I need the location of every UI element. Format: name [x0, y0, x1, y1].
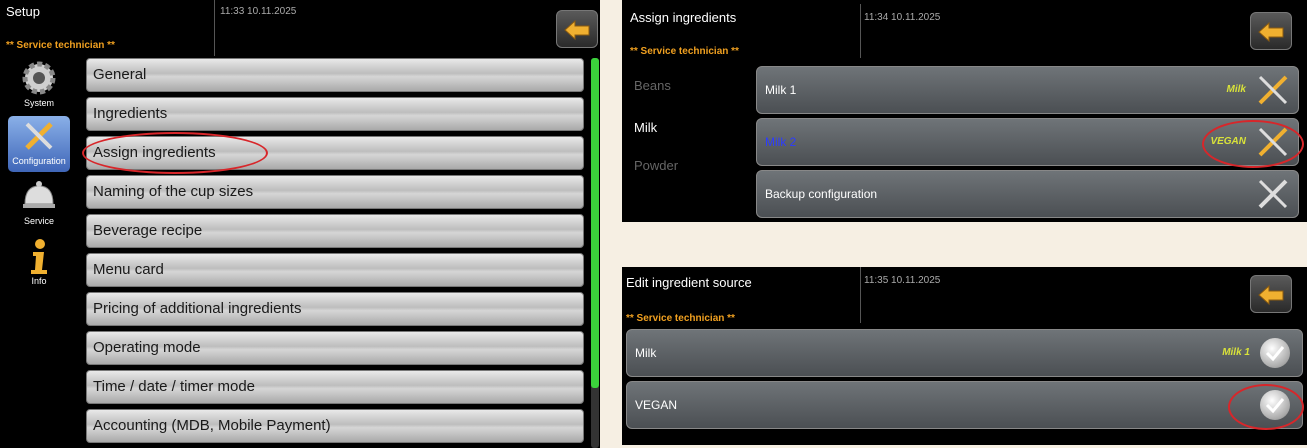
menu-item-beverage-recipe[interactable]: Beverage recipe: [86, 214, 584, 248]
info-icon: [19, 236, 59, 276]
sidebar-item-info[interactable]: Info: [8, 236, 70, 288]
menu-item-pricing[interactable]: Pricing of additional ingredients: [86, 292, 584, 326]
role-label: ** Service technician **: [6, 40, 115, 51]
timestamp: 11:34 10.11.2025: [864, 12, 941, 23]
assign-row-backup-configuration[interactable]: Backup configuration: [756, 170, 1299, 218]
sidebar-item-configuration[interactable]: Configuration: [8, 116, 70, 172]
back-button[interactable]: [1250, 12, 1292, 50]
sidebar-item-service[interactable]: Service: [8, 176, 70, 228]
row-label: Milk 1: [765, 83, 797, 97]
back-button[interactable]: [556, 10, 598, 48]
menu-item-accounting[interactable]: Accounting (MDB, Mobile Payment): [86, 409, 584, 443]
source-row-vegan[interactable]: VEGAN: [626, 381, 1303, 429]
source-row-milk[interactable]: Milk Milk 1: [626, 329, 1303, 377]
back-arrow-icon: [564, 19, 590, 41]
screen-title: Assign ingredients: [630, 10, 737, 25]
role-label: ** Service technician **: [626, 313, 735, 324]
tools-icon: [1258, 127, 1288, 157]
row-tag: Milk: [1226, 84, 1246, 95]
menu-item-ingredients[interactable]: Ingredients: [86, 97, 584, 131]
sidebar-item-system[interactable]: System: [8, 58, 70, 114]
checkmark-icon: [1260, 390, 1290, 420]
back-arrow-icon: [1258, 284, 1284, 306]
header-divider: [860, 4, 861, 58]
back-arrow-icon: [1258, 21, 1284, 43]
header-divider: [214, 0, 215, 56]
menu-item-menu-card[interactable]: Menu card: [86, 253, 584, 287]
tools-icon: [19, 116, 59, 156]
category-powder[interactable]: Powder: [634, 158, 678, 173]
back-button[interactable]: [1250, 275, 1292, 313]
scrollbar-thumb[interactable]: [591, 58, 599, 388]
checkmark-icon: [1260, 338, 1290, 368]
row-label: VEGAN: [635, 398, 678, 412]
tools-icon: [1258, 179, 1288, 209]
header-divider: [860, 267, 861, 323]
sidebar-item-label: Service: [23, 216, 54, 226]
row-label: Milk: [635, 346, 657, 360]
category-beans[interactable]: Beans: [634, 78, 671, 93]
menu-item-general[interactable]: General: [86, 58, 584, 92]
screen-title: Edit ingredient source: [626, 275, 752, 290]
category-milk[interactable]: Milk: [634, 120, 657, 135]
sidebar-item-label: Info: [31, 276, 47, 286]
timestamp: 11:33 10.11.2025: [220, 6, 297, 17]
row-label: Backup configuration: [765, 187, 878, 201]
screen-title: Setup: [6, 4, 40, 19]
menu-item-time-date[interactable]: Time / date / timer mode: [86, 370, 584, 404]
menu-item-operating-mode[interactable]: Operating mode: [86, 331, 584, 365]
row-label: Milk 2: [765, 135, 797, 149]
timestamp: 11:35 10.11.2025: [864, 275, 941, 286]
assign-ingredients-screen: Assign ingredients 11:34 10.11.2025 ** S…: [622, 0, 1307, 222]
gear-icon: [19, 58, 59, 98]
row-tag: Milk 1: [1222, 347, 1250, 358]
edit-ingredient-source-screen: Edit ingredient source 11:35 10.11.2025 …: [622, 267, 1307, 445]
setup-screen: Setup 11:33 10.11.2025 ** Service techni…: [0, 0, 600, 448]
assign-row-milk-1[interactable]: Milk 1 Milk: [756, 66, 1299, 114]
assign-row-milk-2[interactable]: Milk 2 VEGAN: [756, 118, 1299, 166]
menu-item-assign-ingredients[interactable]: Assign ingredients: [86, 136, 584, 170]
bell-icon: [19, 176, 59, 216]
role-label: ** Service technician **: [630, 46, 739, 57]
sidebar-item-label: Configuration: [12, 156, 66, 166]
tools-icon: [1258, 75, 1288, 105]
row-tag: VEGAN: [1210, 136, 1246, 147]
sidebar-item-label: System: [23, 98, 54, 108]
menu-item-naming-cup-sizes[interactable]: Naming of the cup sizes: [86, 175, 584, 209]
